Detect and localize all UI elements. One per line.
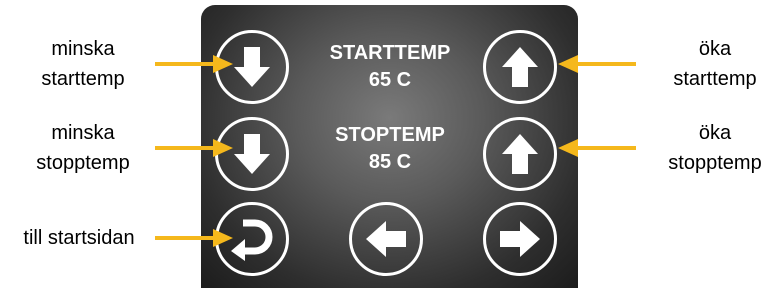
- arrow-up-icon: [502, 47, 538, 87]
- starttemp-readout: STARTTEMP 65 C: [300, 40, 480, 94]
- stoptemp-value: 85 C: [368, 151, 412, 173]
- callout-arrow-left: [558, 139, 636, 157]
- callout-arrow-left: [558, 55, 636, 73]
- callout-arrow-right: [155, 139, 233, 157]
- return-icon: [231, 219, 273, 261]
- label-line: starttemp: [41, 68, 125, 90]
- starttemp-value: 65 C: [368, 69, 412, 91]
- label-till-startsidan: till startsidan: [4, 223, 154, 253]
- device-screen: STARTTEMP 65 C STOPTEMP 85 C: [201, 5, 578, 288]
- arrow-up-icon: [502, 134, 538, 174]
- arrow-left-icon: [366, 221, 406, 257]
- next-button[interactable]: [483, 202, 557, 276]
- label-minska-starttemp: minska starttemp: [28, 34, 138, 94]
- label-line: öka: [698, 38, 732, 60]
- label-oka-starttemp: öka starttemp: [660, 34, 770, 94]
- label-line: öka: [698, 122, 732, 144]
- increase-stopptemp-button[interactable]: [483, 117, 557, 191]
- label-line: till startsidan: [23, 227, 135, 249]
- label-oka-stopptemp: öka stopptemp: [660, 118, 770, 178]
- callout-arrow-right: [155, 229, 233, 247]
- arrow-right-icon: [500, 221, 540, 257]
- label-minska-stopptemp: minska stopptemp: [28, 118, 138, 178]
- callout-arrow-right: [155, 55, 233, 73]
- stoptemp-readout: STOPTEMP 85 C: [300, 122, 480, 176]
- label-line: stopptemp: [668, 152, 762, 174]
- starttemp-title: STARTTEMP: [329, 42, 451, 64]
- previous-button[interactable]: [349, 202, 423, 276]
- label-line: minska: [51, 122, 115, 144]
- label-line: minska: [51, 38, 115, 60]
- increase-starttemp-button[interactable]: [483, 30, 557, 104]
- arrow-down-icon: [234, 134, 270, 174]
- diagram-stage: STARTTEMP 65 C STOPTEMP 85 C minska star…: [0, 0, 776, 288]
- label-line: starttemp: [673, 68, 757, 90]
- stoptemp-title: STOPTEMP: [335, 124, 445, 146]
- arrow-down-icon: [234, 47, 270, 87]
- label-line: stopptemp: [36, 152, 130, 174]
